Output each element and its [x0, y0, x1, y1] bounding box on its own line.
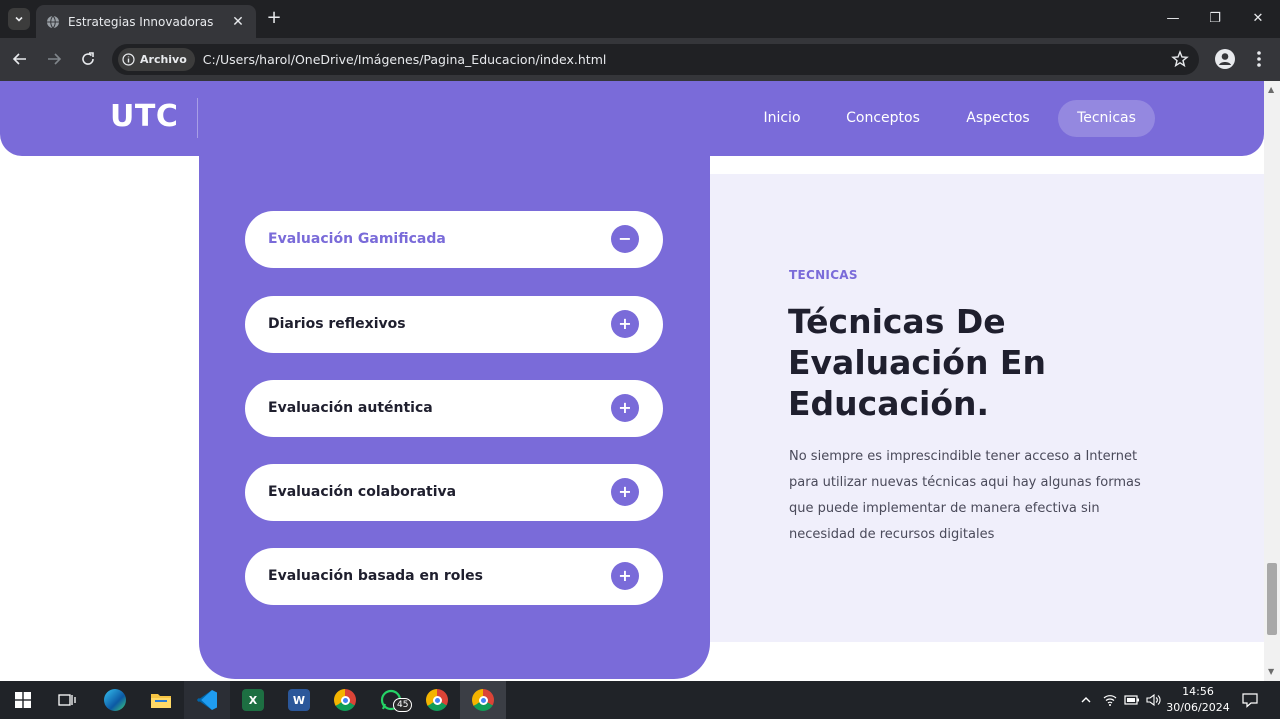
arrow-left-icon — [12, 53, 26, 65]
accordion-item-evaluacion-autentica[interactable]: Evaluación auténtica + — [245, 380, 663, 437]
clock-date: 30/06/2024 — [1166, 701, 1230, 714]
taskbar-vscode[interactable] — [184, 681, 230, 719]
new-tab-button[interactable]: + — [264, 8, 284, 28]
chevron-down-icon — [15, 16, 23, 22]
volume-tray[interactable] — [1144, 681, 1164, 719]
heading-line: Educación. — [788, 384, 990, 423]
site-header: UTC Inicio Conceptos Aspectos Tecnicas — [0, 81, 1264, 156]
browser-tab-strip: Estrategias Innovadoras ✕ + — ❐ ✕ — [0, 0, 1280, 38]
back-button[interactable] — [9, 48, 31, 70]
notification-icon — [1242, 693, 1258, 708]
accordion-item-evaluacion-gamificada[interactable]: Evaluación Gamificada − — [245, 211, 663, 268]
task-view-icon — [58, 694, 76, 706]
section-eyebrow: TECNICAS — [789, 268, 858, 282]
tab-title: Estrategias Innovadoras — [68, 14, 214, 29]
word-icon: W — [288, 689, 310, 711]
plus-icon[interactable]: + — [611, 562, 639, 590]
address-bar[interactable]: Archivo C:/Users/harol/OneDrive/Imágenes… — [112, 44, 1199, 75]
folder-icon — [151, 694, 171, 708]
info-icon — [122, 53, 135, 66]
accordion-item-label: Evaluación basada en roles — [268, 568, 483, 584]
plus-icon[interactable]: + — [611, 394, 639, 422]
url-text[interactable]: C:/Users/harol/OneDrive/Imágenes/Pagina_… — [203, 52, 607, 67]
arrow-right-icon — [48, 53, 62, 65]
scroll-down-arrow-icon[interactable]: ▼ — [1268, 667, 1274, 676]
nav-link-conceptos[interactable]: Conceptos — [830, 100, 936, 137]
taskbar-chrome-profile-1[interactable] — [322, 681, 368, 719]
taskbar-chrome[interactable] — [460, 681, 506, 719]
battery-icon — [1124, 695, 1139, 705]
accordion-item-label: Evaluación Gamificada — [268, 231, 446, 247]
edge-icon — [104, 689, 126, 711]
page-viewport: Evaluación Gamificada − Diarios reflexiv… — [0, 81, 1280, 681]
taskbar-file-explorer[interactable] — [138, 681, 184, 719]
scrollbar-thumb[interactable] — [1267, 563, 1277, 635]
tab-close-icon[interactable]: ✕ — [230, 14, 246, 30]
battery-tray[interactable] — [1122, 681, 1142, 719]
section-description: No siempre es imprescindible tener acces… — [789, 449, 1141, 542]
vscode-icon — [197, 690, 217, 710]
windows-taskbar: X W 45 14:56 30/06/2024 — [0, 681, 1280, 719]
chevron-up-icon — [1081, 697, 1091, 703]
scroll-up-arrow-icon[interactable]: ▲ — [1268, 85, 1274, 94]
show-hidden-icons-button[interactable] — [1076, 681, 1096, 719]
nav-link-inicio[interactable]: Inicio — [746, 100, 818, 137]
restore-button[interactable]: ❐ — [1204, 8, 1226, 30]
nav-link-tecnicas[interactable]: Tecnicas — [1058, 100, 1155, 137]
page-scrollbar[interactable]: ▲ ▼ — [1264, 81, 1280, 681]
plus-icon[interactable]: + — [611, 478, 639, 506]
minus-icon[interactable]: − — [611, 225, 639, 253]
globe-icon — [47, 15, 59, 28]
browser-toolbar: Archivo C:/Users/harol/OneDrive/Imágenes… — [0, 38, 1280, 81]
plus-icon[interactable]: + — [611, 310, 639, 338]
speaker-icon — [1146, 694, 1161, 706]
task-view-button[interactable] — [44, 681, 90, 719]
taskbar-word[interactable]: W — [276, 681, 322, 719]
excel-icon: X — [242, 689, 264, 711]
section-heading: Técnicas De Evaluación En Educación. — [788, 301, 1148, 424]
reload-button[interactable] — [77, 48, 99, 70]
accordion-item-label: Diarios reflexivos — [268, 316, 406, 332]
network-tray[interactable] — [1100, 681, 1120, 719]
start-button[interactable] — [0, 681, 46, 719]
accordion-item-evaluacion-basada-en-roles[interactable]: Evaluación basada en roles + — [245, 548, 663, 605]
forward-button[interactable] — [43, 48, 65, 70]
reload-icon — [82, 52, 94, 65]
site-logo[interactable]: UTC — [110, 99, 178, 134]
wifi-icon — [1103, 695, 1117, 706]
site-info-label: Archivo — [140, 53, 187, 66]
accordion-item-evaluacion-colaborativa[interactable]: Evaluación colaborativa + — [245, 464, 663, 521]
accordion-item-label: Evaluación auténtica — [268, 400, 433, 416]
taskbar-clock[interactable]: 14:56 30/06/2024 — [1163, 684, 1233, 716]
chrome-icon — [426, 689, 448, 711]
heading-line: Evaluación En — [788, 343, 1046, 382]
notifications-button[interactable] — [1238, 681, 1262, 719]
browser-menu-button[interactable] — [1250, 48, 1268, 70]
browser-tab[interactable]: Estrategias Innovadoras ✕ — [36, 5, 256, 38]
heading-line: Técnicas De — [788, 302, 1006, 341]
taskbar-edge[interactable] — [92, 681, 138, 719]
logo-divider — [197, 98, 198, 138]
taskbar-chrome-profile-2[interactable] — [414, 681, 460, 719]
more-vert-icon — [1257, 51, 1261, 67]
accordion-item-label: Evaluación colaborativa — [268, 484, 457, 500]
chrome-icon — [334, 689, 356, 711]
account-icon — [1215, 49, 1235, 69]
taskbar-excel[interactable]: X — [230, 681, 276, 719]
star-icon — [1171, 50, 1189, 68]
bookmark-button[interactable] — [1171, 50, 1189, 72]
site-info-chip[interactable]: Archivo — [118, 48, 195, 71]
profile-button[interactable] — [1214, 48, 1236, 70]
chrome-icon — [472, 689, 494, 711]
clock-time: 14:56 — [1182, 685, 1214, 698]
tab-search-button[interactable] — [8, 8, 30, 30]
accordion-panel: Evaluación Gamificada − Diarios reflexiv… — [199, 141, 710, 679]
accordion-item-diarios-reflexivos[interactable]: Diarios reflexivos + — [245, 296, 663, 353]
minimize-button[interactable]: — — [1162, 8, 1184, 30]
window-close-button[interactable]: ✕ — [1247, 8, 1269, 30]
whatsapp-notification-badge: 45 — [393, 698, 413, 712]
windows-logo-icon — [15, 692, 31, 708]
nav-link-aspectos[interactable]: Aspectos — [950, 100, 1046, 137]
